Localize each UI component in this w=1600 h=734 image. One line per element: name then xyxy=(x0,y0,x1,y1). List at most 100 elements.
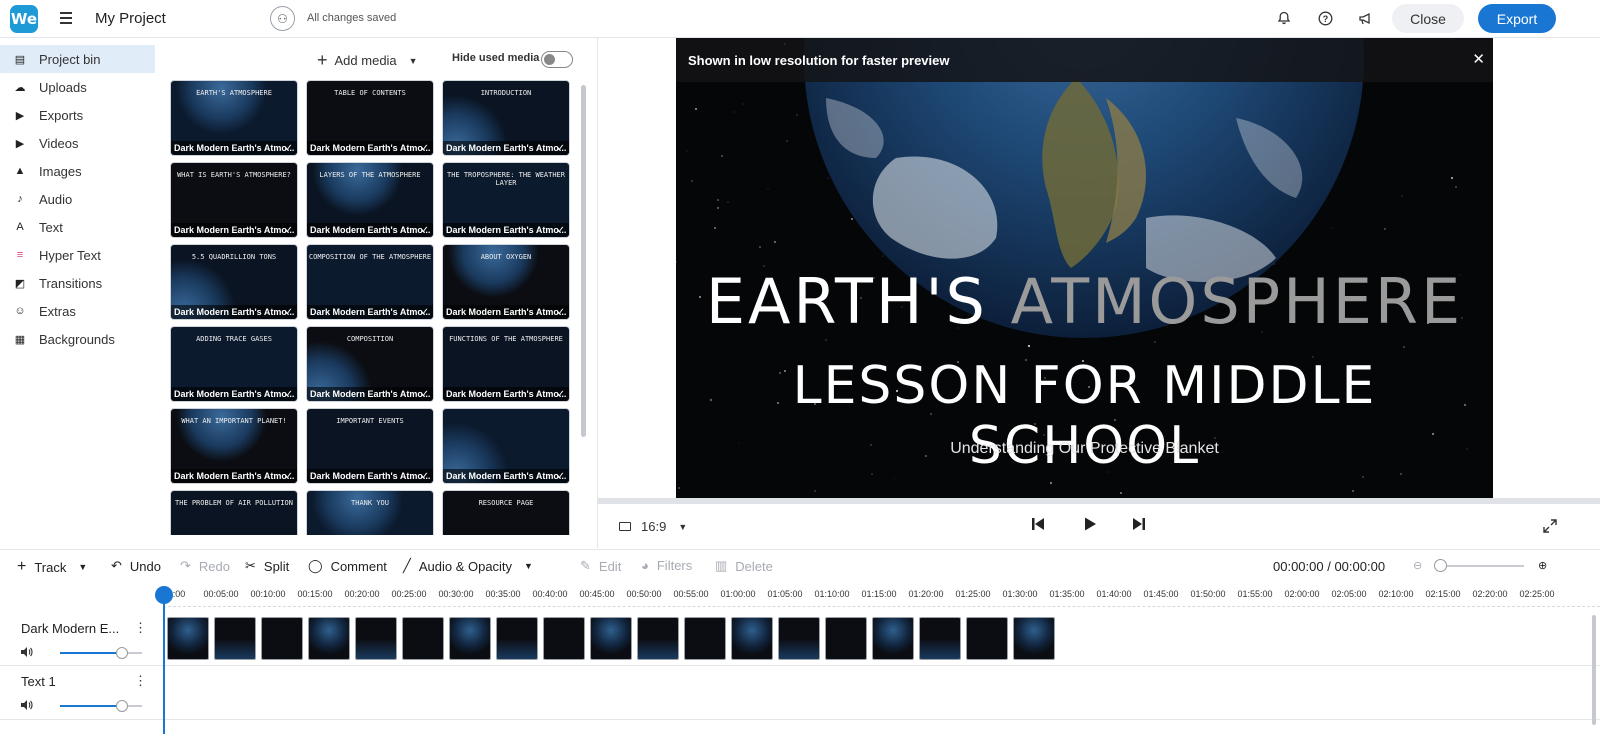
audio-opacity-button[interactable]: ╱ Audio & Opacity ▼ xyxy=(403,558,533,574)
zoom-slider-handle[interactable] xyxy=(1434,559,1447,572)
media-thumbnail[interactable]: THE TROPOSPHERE: THE WEATHER LAYER Dark M… xyxy=(442,162,570,238)
media-thumbnail[interactable]: IMPORTANT EVENTS Dark Modern Earth's Atmo… xyxy=(306,408,434,484)
media-thumbnail[interactable]: ADDING TRACE GASES Dark Modern Earth's At… xyxy=(170,326,298,402)
timeline-clip[interactable] xyxy=(308,617,350,660)
preview-progress-bar[interactable] xyxy=(598,498,1600,504)
timeline-clip[interactable] xyxy=(214,617,256,660)
split-button[interactable]: ✂ Split xyxy=(245,558,289,574)
hide-used-media-toggle[interactable] xyxy=(541,51,573,68)
media-thumbnail[interactable]: LAYERS OF THE ATMOSPHERE Dark Modern Eart… xyxy=(306,162,434,238)
delete-button[interactable]: ▥ Delete xyxy=(715,558,773,574)
media-thumbnail[interactable]: RESOURCE PAGEDark Modern Earth's Atmo...… xyxy=(442,490,570,535)
share-user-icon[interactable]: ⚇ xyxy=(270,6,295,31)
sidebar-item-project-bin[interactable]: ▤ Project bin xyxy=(0,45,155,73)
timeline-clip[interactable] xyxy=(496,617,538,660)
volume-icon[interactable] xyxy=(20,699,33,714)
bell-icon[interactable] xyxy=(1275,9,1293,27)
media-thumbnail[interactable]: THE PROBLEM OF AIR POLLUTIONDark Modern … xyxy=(170,490,298,535)
ruler-tick: 00:30:00 xyxy=(438,589,474,599)
svg-text:?: ? xyxy=(1322,14,1328,24)
timeline-ruler[interactable]: 00:00 00:05:00 00:10:00 00:15:00 00:20:00 00:… xyxy=(163,587,1600,607)
timeline-clip[interactable] xyxy=(966,617,1008,660)
add-media-button[interactable]: + Add media ▼ xyxy=(317,50,418,71)
media-thumbnail[interactable]: 5.5 QUADRILLION TONS Dark Modern Earth's … xyxy=(170,244,298,320)
redo-button[interactable]: ↷ Redo xyxy=(180,558,230,574)
timeline-clip[interactable] xyxy=(590,617,632,660)
timeline-clip[interactable] xyxy=(449,617,491,660)
timeline-clip[interactable] xyxy=(637,617,679,660)
sidebar-item-hyper-text[interactable]: ≡ Hyper Text xyxy=(0,241,155,269)
timeline-clip[interactable] xyxy=(402,617,444,660)
media-thumbnail[interactable]: FUNCTIONS OF THE ATMOSPHERE Dark Modern E… xyxy=(442,326,570,402)
timeline-clip[interactable] xyxy=(778,617,820,660)
volume-icon[interactable] xyxy=(20,646,33,661)
sidebar-item-images[interactable]: ▲ Images xyxy=(0,157,155,185)
media-thumbnail[interactable]: TABLE OF CONTENTS Dark Modern Earth's Atm… xyxy=(306,80,434,156)
timeline-clip[interactable] xyxy=(919,617,961,660)
media-thumbnail[interactable]: THANK YOUDark Modern Earth's Atmo...✓ xyxy=(306,490,434,535)
fullscreen-icon[interactable] xyxy=(1542,518,1558,539)
sidebar-item-uploads[interactable]: ☁ Uploads xyxy=(0,73,155,101)
skip-forward-icon[interactable] xyxy=(1131,516,1147,537)
timeline-scrollbar[interactable] xyxy=(1592,615,1596,725)
thumbnail-caption: Dark Modern Earth's Atmo... xyxy=(307,387,433,401)
media-thumbnail[interactable]: COMPOSITION Dark Modern Earth's Atmo... ✓ xyxy=(306,326,434,402)
timeline-clip[interactable] xyxy=(355,617,397,660)
project-title[interactable]: My Project xyxy=(95,10,166,27)
zoom-in-icon[interactable]: ⊕ xyxy=(1538,559,1547,572)
help-icon[interactable]: ? xyxy=(1316,9,1334,27)
bin-scrollbar[interactable] xyxy=(581,85,586,437)
sidebar-item-videos[interactable]: ▶ Videos xyxy=(0,129,155,157)
sidebar-item-text[interactable]: A Text xyxy=(0,213,155,241)
ruler-tick: 01:20:00 xyxy=(908,589,944,599)
play-icon[interactable] xyxy=(1082,516,1098,537)
skip-back-icon[interactable] xyxy=(1030,516,1046,537)
sidebar-item-transitions[interactable]: ◩ Transitions xyxy=(0,269,155,297)
timeline-clip[interactable] xyxy=(825,617,867,660)
media-thumbnail[interactable]: Dark Modern Earth's Atmo... ✓ xyxy=(442,408,570,484)
media-thumbnail[interactable]: WHAT AN IMPORTANT PLANET! Dark Modern Ear… xyxy=(170,408,298,484)
comment-button[interactable]: ◯ Comment xyxy=(308,558,387,574)
app-logo[interactable]: We xyxy=(10,5,38,33)
edit-button[interactable]: ✎ Edit xyxy=(580,558,621,574)
more-options-icon[interactable]: ⋮ xyxy=(134,673,147,689)
timeline-clip[interactable] xyxy=(261,617,303,660)
close-notice-icon[interactable]: ✕ xyxy=(1472,50,1485,68)
timeline-clip[interactable] xyxy=(543,617,585,660)
thumbnail-title: COMPOSITION OF THE ATMOSPHERE xyxy=(308,253,432,261)
sidebar-item-backgrounds[interactable]: ▦ Backgrounds xyxy=(0,325,155,353)
undo-button[interactable]: ↶ Undo xyxy=(111,558,161,574)
media-thumbnail[interactable]: EARTH'S ATMOSPHERE Dark Modern Earth's At… xyxy=(170,80,298,156)
zoom-slider[interactable] xyxy=(1436,565,1524,567)
track-name[interactable]: Text 1 xyxy=(21,674,56,689)
comment-label: Comment xyxy=(330,558,387,574)
announcement-icon[interactable] xyxy=(1356,9,1374,27)
export-button[interactable]: Export xyxy=(1478,4,1556,33)
timeline-clip[interactable] xyxy=(167,617,209,660)
media-thumbnail[interactable]: INTRODUCTION Dark Modern Earth's Atmo... ✓ xyxy=(442,80,570,156)
sidebar-item-extras[interactable]: ☺ Extras xyxy=(0,297,155,325)
more-options-icon[interactable]: ⋮ xyxy=(134,620,147,636)
menu-icon[interactable] xyxy=(60,12,72,24)
filters-button[interactable]: ◕ Filters xyxy=(641,558,692,573)
timeline-clip[interactable] xyxy=(731,617,773,660)
timeline-clip[interactable] xyxy=(684,617,726,660)
volume-slider-handle[interactable] xyxy=(116,647,128,659)
aspect-ratio-select[interactable]: 16:9 ▼ xyxy=(619,519,687,534)
track-name[interactable]: Dark Modern E... xyxy=(21,621,119,636)
preview-stage[interactable]: Shown in low resolution for faster previ… xyxy=(676,38,1493,498)
sidebar-item-audio[interactable]: ♪ Audio xyxy=(0,185,155,213)
zoom-out-icon[interactable]: ⊖ xyxy=(1413,559,1422,572)
timeline-clip[interactable] xyxy=(872,617,914,660)
redo-label: Redo xyxy=(198,558,230,574)
media-thumbnail[interactable]: WHAT IS EARTH'S ATMOSPHERE? Dark Modern E… xyxy=(170,162,298,238)
sidebar-item-exports[interactable]: ▶ Exports xyxy=(0,101,155,129)
media-thumbnail[interactable]: COMPOSITION OF THE ATMOSPHERE Dark Modern… xyxy=(306,244,434,320)
close-button[interactable]: Close xyxy=(1392,4,1464,33)
timeline-clip[interactable] xyxy=(1013,617,1055,660)
track-label: Track xyxy=(34,559,67,575)
add-track-button[interactable]: + Track ▼ xyxy=(17,558,87,576)
text-track-lane[interactable] xyxy=(165,666,1600,720)
media-thumbnail[interactable]: ABOUT OXYGEN Dark Modern Earth's Atmo... ✓ xyxy=(442,244,570,320)
volume-slider-handle[interactable] xyxy=(116,700,128,712)
